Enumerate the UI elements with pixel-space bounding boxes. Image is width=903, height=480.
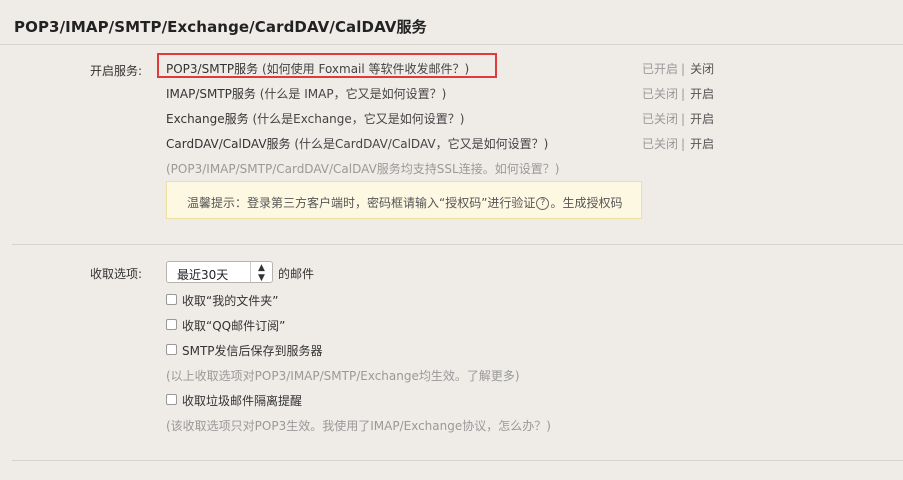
pop3-only-note[interactable]: (该收取选项只对POP3生效。我使用了IMAP/Exchange协议，怎么办？) — [166, 417, 551, 434]
smtp-save-checkbox[interactable] — [166, 344, 177, 355]
checkbox-label: 收取“我的文件夹” — [182, 294, 279, 308]
status-text: 已关闭 — [642, 87, 679, 101]
ssl-note[interactable]: (POP3/IMAP/SMTP/CardDAV/CalDAV服务均支持SSL连接… — [166, 160, 559, 177]
qq-subscription-checkbox[interactable] — [166, 319, 177, 330]
section-header: POP3/IMAP/SMTP/Exchange/CardDAV/CalDAV服务 — [0, 0, 903, 45]
service-name: Exchange服务 — [166, 112, 249, 126]
checkbox-label: 收取“QQ邮件订阅” — [182, 319, 286, 333]
receive-label: 收取选项: — [90, 267, 143, 281]
service-help-link[interactable]: (如何使用 Foxmail 等软件收发邮件？) — [262, 62, 469, 76]
status-text: 已关闭 — [642, 137, 679, 151]
junk-alert-checkbox[interactable] — [166, 394, 177, 405]
question-icon[interactable]: ? — [536, 197, 550, 210]
service-row-caldav: CardDAV/CalDAV服务 (什么是CardDAV/CalDAV，它又是如… — [166, 135, 548, 152]
service-help-link[interactable]: (什么是Exchange，它又是如何设置？) — [252, 112, 464, 126]
my-folders-checkbox[interactable] — [166, 294, 177, 305]
service-name: POP3/SMTP服务 — [166, 62, 259, 76]
service-status-caldav: 已关闭 | 开启 — [642, 137, 715, 151]
checkbox-label: SMTP发信后保存到服务器 — [182, 344, 323, 358]
tip-text: 温馨提示：登录第三方客户端时，密码框请输入“授权码”进行验证 — [187, 196, 536, 210]
service-name: CardDAV/CalDAV服务 — [166, 137, 291, 151]
select-suffix: 的邮件 — [278, 267, 315, 281]
status-text: 已关闭 — [642, 112, 679, 126]
service-help-link[interactable]: (什么是CardDAV/CalDAV，它又是如何设置？) — [294, 137, 548, 151]
toggle-button[interactable]: 关闭 — [690, 62, 714, 76]
services-label: 开启服务: — [90, 64, 143, 78]
receive-note[interactable]: (以上收取选项对POP3/IMAP/SMTP/Exchange均生效。了解更多) — [166, 367, 520, 384]
toggle-button[interactable]: 开启 — [690, 137, 714, 151]
divider — [12, 460, 903, 461]
section-title: POP3/IMAP/SMTP/Exchange/CardDAV/CalDAV服务 — [14, 18, 427, 36]
checkbox-label: 收取垃圾邮件隔离提醒 — [182, 394, 303, 408]
service-status-pop3: 已开启 | 关闭 — [642, 62, 715, 76]
service-name: IMAP/SMTP服务 — [166, 87, 256, 101]
toggle-button[interactable]: 开启 — [690, 112, 714, 126]
divider — [12, 244, 903, 245]
service-status-imap: 已关闭 | 开启 — [642, 87, 715, 101]
service-row-imap: IMAP/SMTP服务 (什么是 IMAP，它又是如何设置？) — [166, 85, 446, 102]
toggle-button[interactable]: 开启 — [690, 87, 714, 101]
service-help-link[interactable]: (什么是 IMAP，它又是如何设置？) — [260, 87, 447, 101]
generate-auth-code-link[interactable]: 。生成授权码 — [550, 196, 622, 210]
auth-code-tip: 温馨提示：登录第三方客户端时，密码框请输入“授权码”进行验证? 。生成授权码 — [166, 181, 642, 219]
service-row-exchange: Exchange服务 (什么是Exchange，它又是如何设置？) — [166, 110, 464, 127]
days-select[interactable]: 最近30天 ▲ ▼ — [166, 261, 273, 283]
service-row-pop3: POP3/SMTP服务 (如何使用 Foxmail 等软件收发邮件？) — [166, 60, 469, 77]
select-value: 最近30天 — [177, 268, 229, 282]
service-status-exchange: 已关闭 | 开启 — [642, 112, 715, 126]
select-arrows-icon: ▲ ▼ — [250, 262, 272, 283]
status-text: 已开启 — [642, 62, 679, 76]
